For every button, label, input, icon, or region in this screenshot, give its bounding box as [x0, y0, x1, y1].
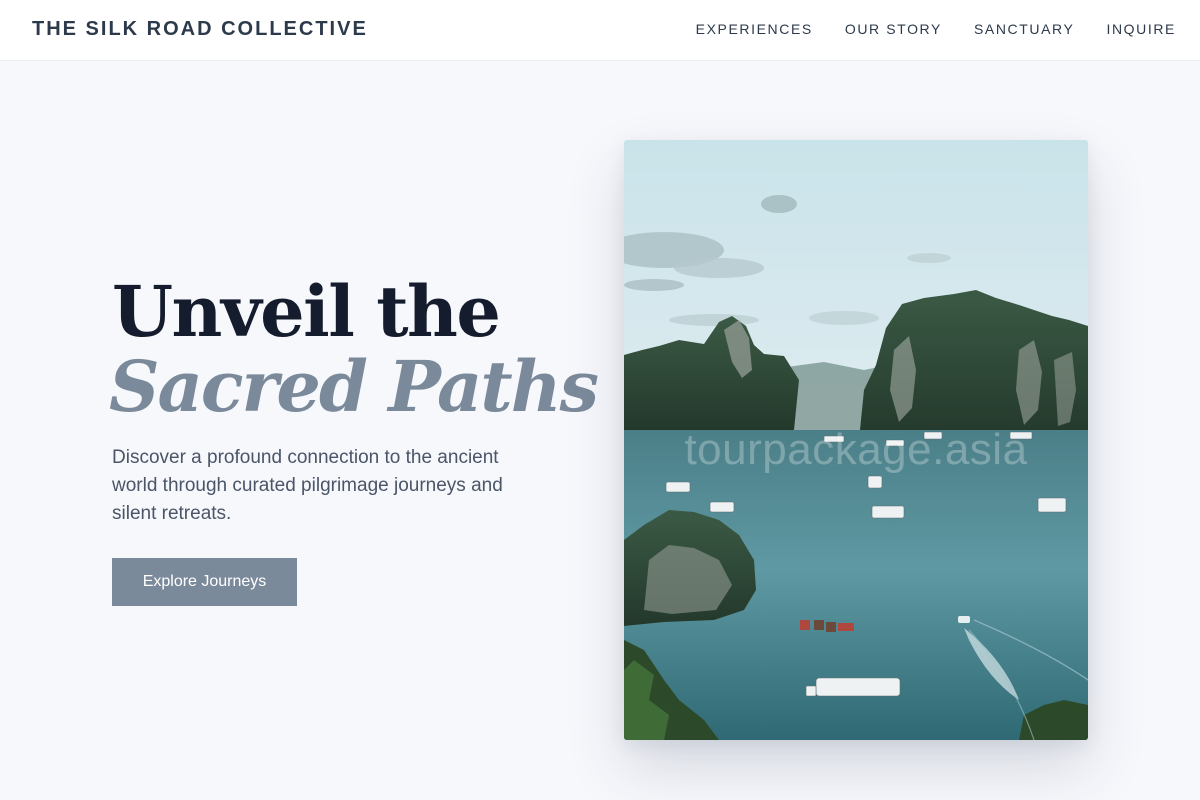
- hero-heading: Unveil the Sacred Paths: [109, 270, 599, 428]
- nav-link-our-story[interactable]: OUR STORY: [845, 21, 942, 37]
- hero-heading-line2: Sacred Paths: [109, 345, 599, 428]
- hero-heading-line1: Unveil the: [112, 270, 501, 353]
- nav-link-inquire[interactable]: INQUIRE: [1106, 21, 1176, 37]
- nav-link-sanctuary[interactable]: SANCTUARY: [974, 21, 1075, 37]
- main-nav: EXPERIENCES OUR STORY SANCTUARY INQUIRE: [696, 21, 1176, 37]
- nav-link-experiences[interactable]: EXPERIENCES: [696, 21, 813, 37]
- brand-logo-text[interactable]: THE SILK ROAD COLLECTIVE: [32, 18, 368, 41]
- hero-description: Discover a profound connection to the an…: [112, 447, 503, 524]
- top-navigation-bar: THE SILK ROAD COLLECTIVE EXPERIENCES OUR…: [0, 0, 1200, 61]
- hero-photo: tourpackage.asia: [624, 140, 1088, 740]
- explore-journeys-button[interactable]: Explore Journeys: [112, 558, 297, 606]
- hero-text-block: Unveil the Sacred Paths Discover a profo…: [109, 270, 599, 528]
- image-watermark: tourpackage.asia: [684, 425, 1028, 474]
